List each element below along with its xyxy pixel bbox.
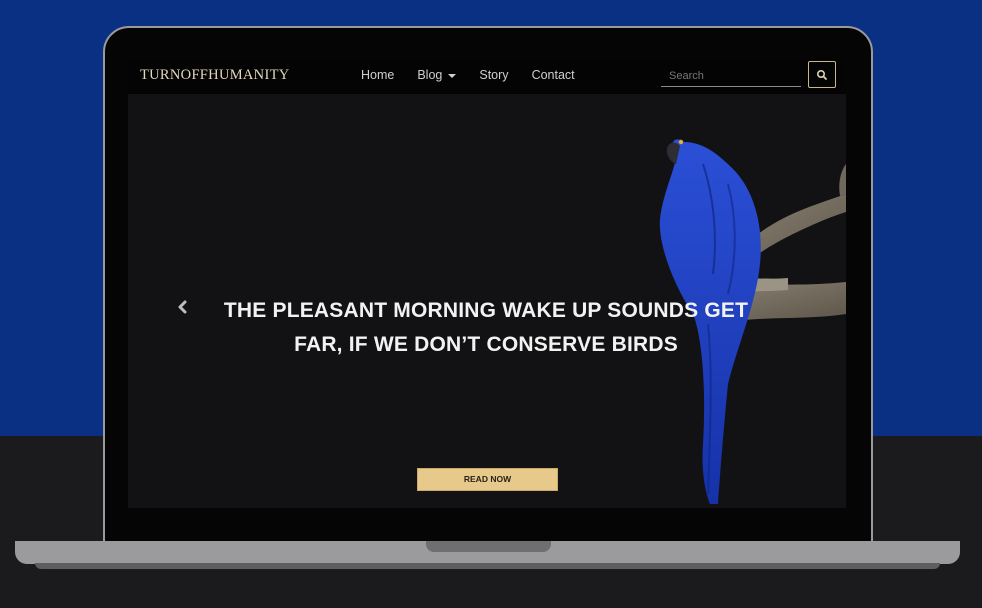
nav-item-blog-label: Blog: [417, 68, 443, 82]
laptop-screen: TURNOFFHUMANITY Home Blog Story Contact: [128, 58, 846, 508]
nav-item-contact[interactable]: Contact: [532, 68, 575, 82]
hero-carousel: THE PLEASANT MORNING WAKE UP SOUNDS GET …: [128, 94, 846, 508]
caret-down-icon: [448, 73, 457, 78]
hero-headline-line2: FAR, IF WE DON’T CONSERVE BIRDS: [294, 333, 678, 356]
chevron-left-icon[interactable]: [172, 296, 194, 318]
nav-item-home[interactable]: Home: [361, 68, 394, 82]
read-now-button[interactable]: READ NOW: [417, 468, 558, 491]
search-icon: [816, 69, 827, 80]
search-button[interactable]: [808, 61, 836, 88]
hero-headline-line1: THE PLEASANT MORNING WAKE UP SOUNDS GET: [223, 299, 749, 322]
nav-item-blog[interactable]: Blog: [417, 68, 457, 82]
navbar: TURNOFFHUMANITY Home Blog Story Contact: [128, 58, 846, 94]
laptop-base-shadow: [35, 563, 940, 569]
nav-links: Home Blog Story Contact: [361, 68, 598, 82]
nav-item-story[interactable]: Story: [479, 68, 508, 82]
laptop-notch: [426, 541, 551, 552]
hero-headline: THE PLEASANT MORNING WAKE UP SOUNDS GET …: [216, 294, 756, 362]
brand-logo[interactable]: TURNOFFHUMANITY: [140, 67, 290, 84]
search-input[interactable]: [661, 65, 801, 87]
